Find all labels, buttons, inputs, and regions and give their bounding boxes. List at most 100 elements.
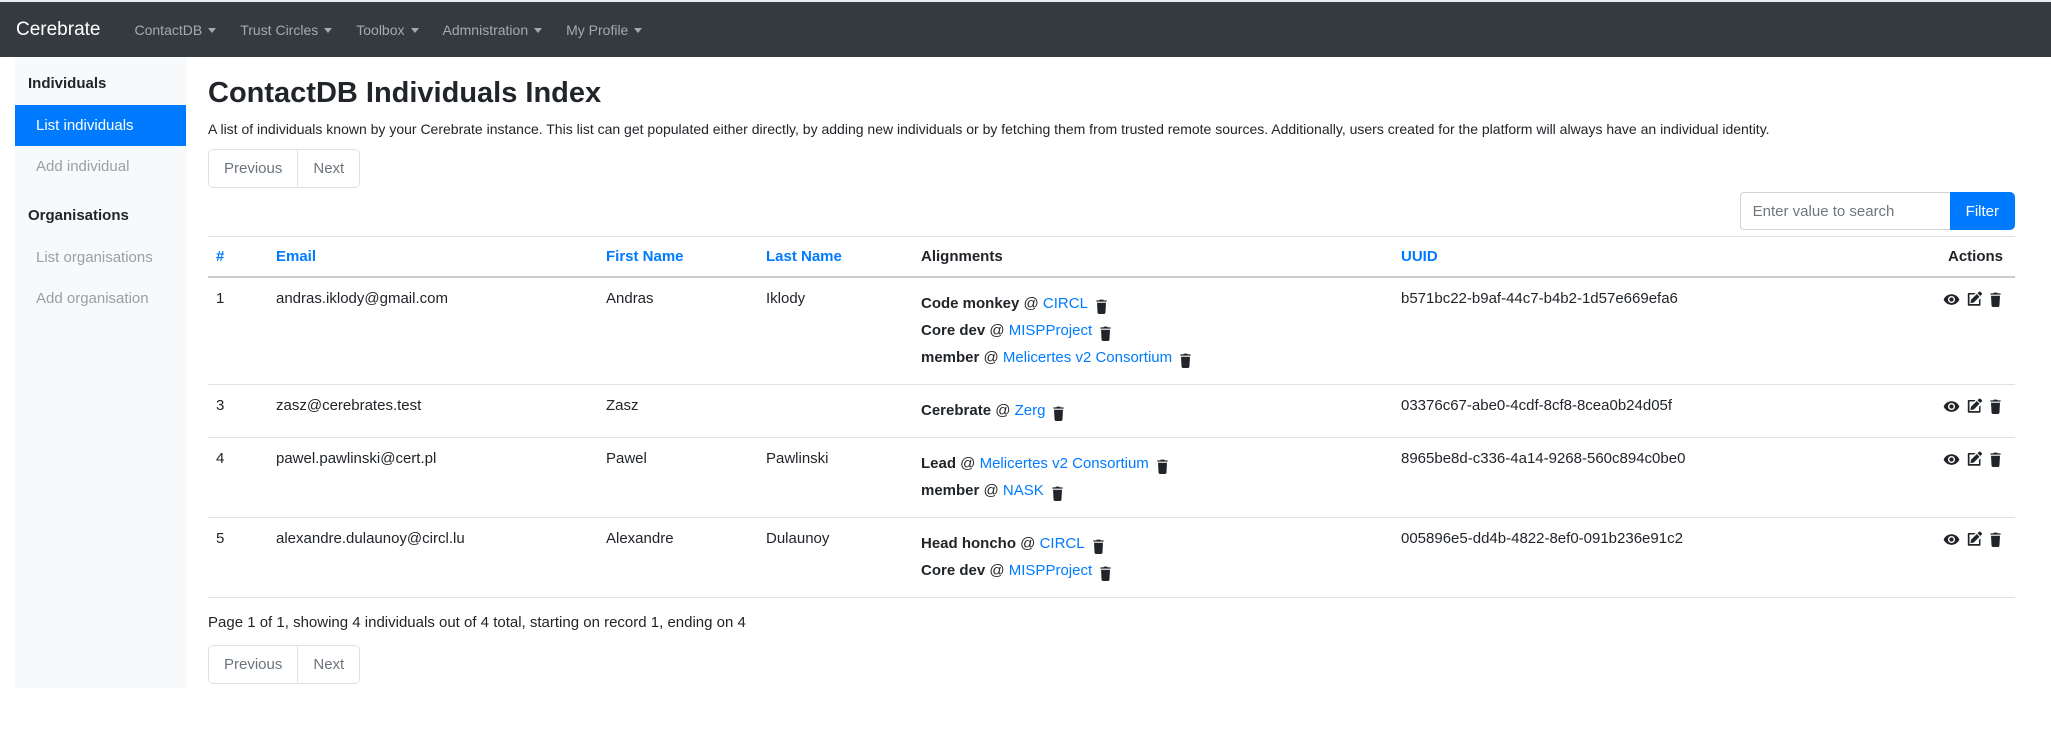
actions-cell — [1833, 277, 2015, 385]
alignment-item: Core dev @ MISPProject — [921, 557, 1385, 584]
sidebar-item-add-organisation[interactable]: Add organisation — [15, 278, 186, 319]
sidebar-item-list-individuals[interactable]: List individuals — [15, 105, 186, 146]
remove-alignment-button[interactable] — [1098, 325, 1113, 341]
trash-icon — [1988, 452, 2003, 467]
search-input[interactable] — [1740, 192, 1950, 230]
main-menu: ContactDB Trust Circles Toolbox Admnistr… — [123, 22, 655, 38]
org-link[interactable]: Melicertes v2 Consortium — [980, 455, 1149, 472]
trash-icon — [1988, 532, 2003, 547]
nav-toolbox[interactable]: Toolbox — [356, 22, 418, 38]
previous-button-bottom[interactable]: Previous — [208, 645, 298, 684]
view-button[interactable] — [1943, 450, 1960, 468]
table-row: 5alexandre.dulaunoy@circl.luAlexandreDul… — [208, 518, 2015, 598]
trash-icon — [1098, 566, 1113, 581]
alignment-separator: @ — [985, 562, 1009, 579]
sidebar-item-list-organisations[interactable]: List organisations — [15, 237, 186, 278]
actions-cell — [1833, 385, 2015, 438]
org-link[interactable]: Zerg — [1015, 402, 1046, 419]
email-cell: pawel.pawlinski@cert.pl — [268, 438, 598, 518]
trash-icon — [1178, 353, 1193, 368]
eye-icon — [1943, 291, 1960, 308]
nav-toolbox-label: Toolbox — [356, 22, 404, 38]
alignment-role: member — [921, 482, 979, 499]
trash-icon — [1094, 299, 1109, 314]
edit-button[interactable] — [1966, 450, 1982, 467]
trash-icon — [1091, 539, 1106, 554]
uuid-cell: 03376c67-abe0-4cdf-8cf8-8cea0b24d05f — [1393, 385, 1833, 438]
first-name-cell: Pawel — [598, 438, 758, 518]
uuid-cell: b571bc22-b9af-44c7-b4b2-1d57e669efa6 — [1393, 277, 1833, 385]
nav-administration[interactable]: Admnistration — [443, 22, 543, 38]
org-link[interactable]: Melicertes v2 Consortium — [1003, 349, 1172, 366]
alignment-item: member @ NASK — [921, 477, 1385, 504]
edit-button[interactable] — [1966, 397, 1982, 414]
remove-alignment-button[interactable] — [1051, 405, 1066, 421]
trash-icon — [1050, 486, 1065, 501]
edit-button[interactable] — [1966, 290, 1982, 307]
column-header-uuid[interactable]: UUID — [1393, 237, 1833, 278]
remove-alignment-button[interactable] — [1155, 458, 1170, 474]
filter-bar: Filter — [208, 192, 2015, 230]
actions-cell — [1833, 438, 2015, 518]
page-description: A list of individuals known by your Cere… — [208, 121, 2015, 137]
last-name-cell: Iklody — [758, 277, 913, 385]
eye-icon — [1943, 398, 1960, 415]
remove-alignment-button[interactable] — [1094, 298, 1109, 314]
remove-alignment-button[interactable] — [1098, 565, 1113, 581]
chevron-down-icon — [208, 28, 216, 33]
email-cell: zasz@cerebrates.test — [268, 385, 598, 438]
nav-contactdb[interactable]: ContactDB — [135, 22, 217, 38]
view-button[interactable] — [1943, 530, 1960, 548]
nav-trust-circles-label: Trust Circles — [240, 22, 318, 38]
org-link[interactable]: MISPProject — [1009, 562, 1092, 579]
alignments-cell: Lead @ Melicertes v2 Consortiummember @ … — [913, 438, 1393, 518]
first-name-cell: Zasz — [598, 385, 758, 438]
delete-button[interactable] — [1988, 397, 2003, 414]
pencil-square-icon — [1966, 451, 1982, 467]
filter-button[interactable]: Filter — [1950, 192, 2015, 230]
row-id-cell: 4 — [208, 438, 268, 518]
next-button-bottom[interactable]: Next — [297, 645, 360, 684]
alignment-item: Core dev @ MISPProject — [921, 317, 1385, 344]
next-button[interactable]: Next — [297, 149, 360, 188]
eye-icon — [1943, 531, 1960, 548]
remove-alignment-button[interactable] — [1178, 352, 1193, 368]
org-link[interactable]: CIRCL — [1043, 295, 1088, 312]
column-header-id[interactable]: # — [208, 237, 268, 278]
view-button[interactable] — [1943, 397, 1960, 415]
column-header-last-name[interactable]: Last Name — [758, 237, 913, 278]
column-header-email[interactable]: Email — [268, 237, 598, 278]
trash-icon — [1051, 406, 1066, 421]
row-id-cell: 3 — [208, 385, 268, 438]
trash-icon — [1988, 399, 2003, 414]
nav-trust-circles[interactable]: Trust Circles — [240, 22, 332, 38]
nav-my-profile[interactable]: My Profile — [566, 22, 642, 38]
alignment-separator: @ — [979, 482, 1003, 499]
nav-my-profile-label: My Profile — [566, 22, 628, 38]
remove-alignment-button[interactable] — [1091, 538, 1106, 554]
sidebar-item-add-individual[interactable]: Add individual — [15, 146, 186, 187]
alignment-role: Head honcho — [921, 535, 1016, 552]
alignments-cell: Cerebrate @ Zerg — [913, 385, 1393, 438]
delete-button[interactable] — [1988, 450, 2003, 467]
alignment-role: member — [921, 349, 979, 366]
app-brand[interactable]: Cerebrate — [16, 19, 101, 41]
delete-button[interactable] — [1988, 290, 2003, 307]
org-link[interactable]: NASK — [1003, 482, 1044, 499]
last-name-cell: Pawlinski — [758, 438, 913, 518]
last-name-cell: Dulaunoy — [758, 518, 913, 598]
main-content: ContactDB Individuals Index A list of in… — [186, 57, 2051, 704]
column-header-first-name[interactable]: First Name — [598, 237, 758, 278]
previous-button[interactable]: Previous — [208, 149, 298, 188]
table-row: 4pawel.pawlinski@cert.plPawelPawlinskiLe… — [208, 438, 2015, 518]
sidebar: Individuals List individuals Add individ… — [15, 57, 186, 688]
remove-alignment-button[interactable] — [1050, 485, 1065, 501]
edit-button[interactable] — [1966, 530, 1982, 547]
delete-button[interactable] — [1988, 530, 2003, 547]
org-link[interactable]: CIRCL — [1040, 535, 1085, 552]
table-body: 1andras.iklody@gmail.comAndrasIklodyCode… — [208, 277, 2015, 598]
alignment-item: Lead @ Melicertes v2 Consortium — [921, 450, 1385, 477]
nav-administration-label: Admnistration — [443, 22, 529, 38]
view-button[interactable] — [1943, 290, 1960, 308]
org-link[interactable]: MISPProject — [1009, 322, 1092, 339]
